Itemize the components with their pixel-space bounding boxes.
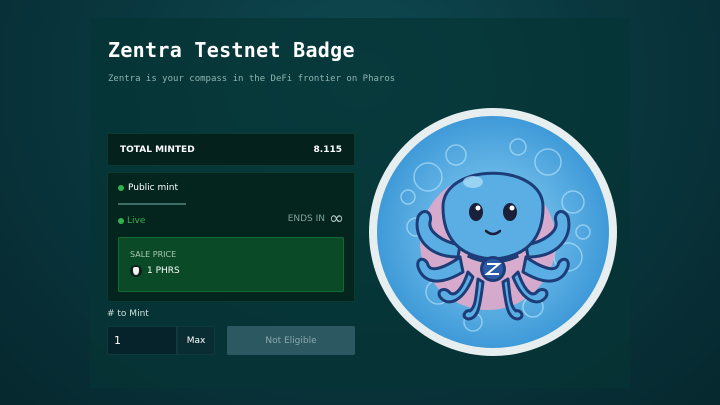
quantity-input-value: 1 (114, 334, 121, 347)
sale-price-row: 1 PHRS (130, 265, 180, 277)
total-minted-value: 8.115 (313, 144, 342, 155)
quantity-label: # to Mint (107, 309, 149, 319)
mint-card: Zentra Testnet Badge Zentra is your comp… (90, 18, 630, 388)
live-status-label: Live (127, 216, 146, 226)
quantity-input[interactable]: 1 (107, 326, 177, 355)
mint-phase-panel: Public mint Live ENDS IN ∞ SALE PRICE 1 … (107, 172, 355, 302)
pharos-token-icon (130, 265, 142, 277)
total-minted-label: TOTAL MINTED (120, 144, 195, 155)
live-status: Live (118, 216, 145, 226)
ends-in: ENDS IN ∞ (287, 208, 344, 229)
sale-price-box: SALE PRICE 1 PHRS (118, 237, 344, 292)
live-dot-icon (118, 218, 124, 224)
ends-in-label: ENDS IN (287, 214, 325, 224)
sale-price-label: SALE PRICE (130, 250, 177, 259)
page-subtitle: Zentra is your compass in the DeFi front… (108, 74, 396, 84)
infinity-icon: ∞ (329, 208, 344, 229)
tab-public-mint-label: Public mint (128, 183, 178, 193)
tab-underline (118, 203, 186, 205)
mint-button[interactable]: Not Eligible (227, 326, 355, 355)
tab-public-mint[interactable]: Public mint (118, 183, 178, 193)
sale-price-value: 1 PHRS (147, 266, 180, 276)
total-minted-panel: TOTAL MINTED 8.115 (107, 133, 355, 166)
octopus-badge-icon (369, 108, 617, 356)
page-title: Zentra Testnet Badge (108, 38, 355, 62)
status-dot-icon (118, 185, 124, 191)
max-button[interactable]: Max (177, 326, 215, 355)
